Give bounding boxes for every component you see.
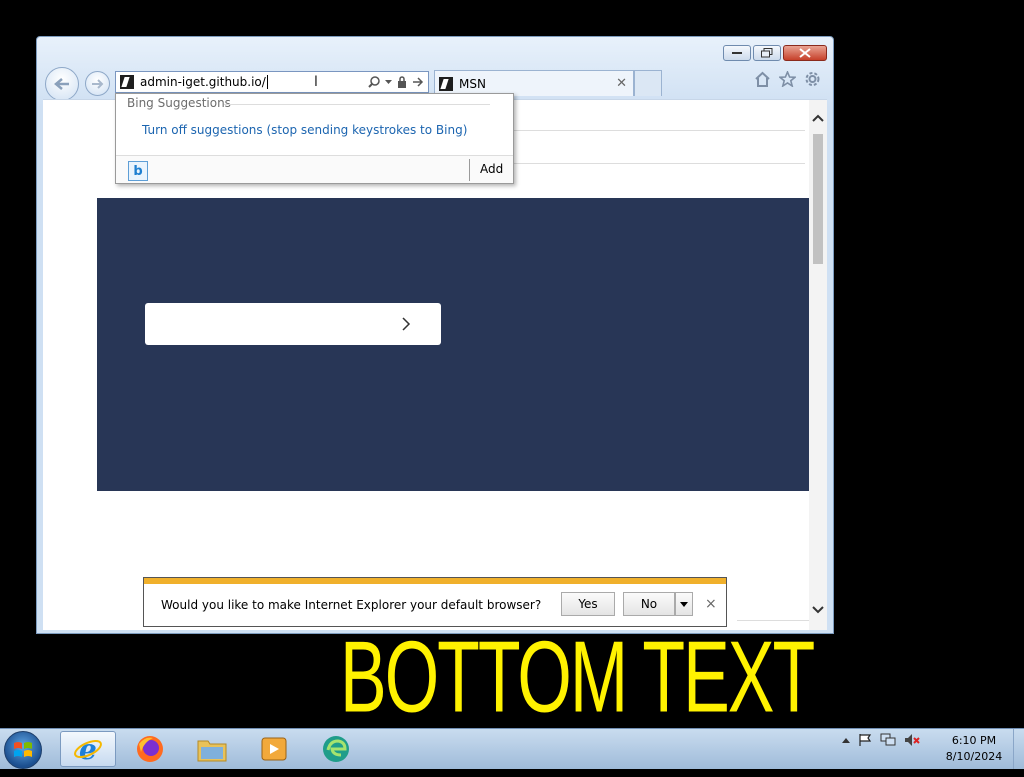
notification-close-icon[interactable]: × [705,596,717,612]
scroll-down-icon[interactable] [809,602,827,618]
taskbar-media-player-button[interactable] [246,731,302,767]
home-icon[interactable] [754,71,771,87]
tab-title: MSN [459,76,486,91]
internet-explorer-icon: e [74,734,102,764]
taskbar-file-explorer-button[interactable] [184,731,240,767]
restore-icon [761,48,773,58]
search-icon[interactable] [368,76,380,88]
taskbar-edge-button[interactable] [308,731,364,767]
media-player-icon [261,737,287,761]
new-tab-button[interactable] [634,70,662,96]
tab-favicon-icon [439,76,453,91]
clock-time: 6:10 PM [951,734,997,747]
firefox-icon [137,736,163,762]
back-arrow-icon [54,78,69,90]
address-suggestions-dropdown: Bing Suggestions Turn off suggestions (s… [115,93,514,184]
lock-icon[interactable] [397,76,407,88]
network-icon[interactable] [880,733,896,747]
restore-button[interactable] [753,45,781,61]
favorites-star-icon[interactable] [779,71,796,87]
yes-button[interactable]: Yes [561,592,615,616]
system-tray [842,733,920,747]
show-hidden-icons-icon[interactable] [842,737,850,743]
command-icons [754,71,821,87]
show-desktop-button[interactable] [1013,729,1024,769]
suggestions-heading: Bing Suggestions [127,96,231,110]
scroll-up-icon[interactable] [809,110,827,126]
folder-icon [197,740,227,762]
edge-icon [323,736,349,762]
start-button[interactable] [4,731,42,769]
address-text[interactable]: admin-iget.github.io/ [140,75,266,89]
forward-button[interactable] [85,71,110,96]
forward-arrow-icon [91,78,103,89]
back-button[interactable] [45,67,79,101]
minimize-icon [732,52,742,54]
taskbar: e 6:10 PM 8/10/2024 [0,728,1024,769]
close-window-button[interactable] [783,45,827,61]
chevron-right-icon [402,317,411,331]
scroll-thumb[interactable] [813,134,823,264]
page-hero-input[interactable] [145,303,441,345]
tab-close-icon[interactable]: ✕ [616,76,627,91]
window-controls [723,45,827,61]
address-bar[interactable]: admin-iget.github.io/ I [115,71,429,93]
dropdown-arrow-icon[interactable] [385,79,392,85]
gear-icon[interactable] [804,71,821,87]
notification-text: Would you like to make Internet Explorer… [161,598,542,612]
turn-off-suggestions-link[interactable]: Turn off suggestions (stop sending keyst… [142,123,467,137]
notification-stripe [144,578,726,584]
suggestions-divider [224,104,490,105]
windows-logo-icon [14,742,32,757]
text-caret [266,75,268,89]
site-favicon-icon [120,75,134,89]
svg-text:e: e [79,734,97,764]
taskbar-ie-button[interactable]: e [60,731,116,767]
minimize-button[interactable] [723,45,751,61]
page-hero-panel [97,198,811,491]
dropdown-arrow-icon [680,601,688,607]
add-search-provider-button[interactable]: Add [480,162,503,176]
suggestions-footer: b Add [116,155,513,183]
volume-muted-icon[interactable] [904,733,920,747]
close-icon [799,48,811,58]
no-button[interactable]: No [623,592,675,616]
go-arrow-icon[interactable] [412,77,424,87]
suggestions-footer-divider [469,159,470,181]
bing-logo-icon[interactable]: b [128,161,148,181]
ibeam-cursor-icon: I [313,74,318,90]
system-clock[interactable]: 6:10 PM 8/10/2024 [932,733,1016,765]
action-center-flag-icon[interactable] [858,733,872,747]
no-options-dropdown[interactable] [675,592,693,616]
vertical-scrollbar[interactable] [809,100,827,630]
taskbar-firefox-button[interactable] [122,731,178,767]
clock-date: 8/10/2024 [945,750,1003,763]
